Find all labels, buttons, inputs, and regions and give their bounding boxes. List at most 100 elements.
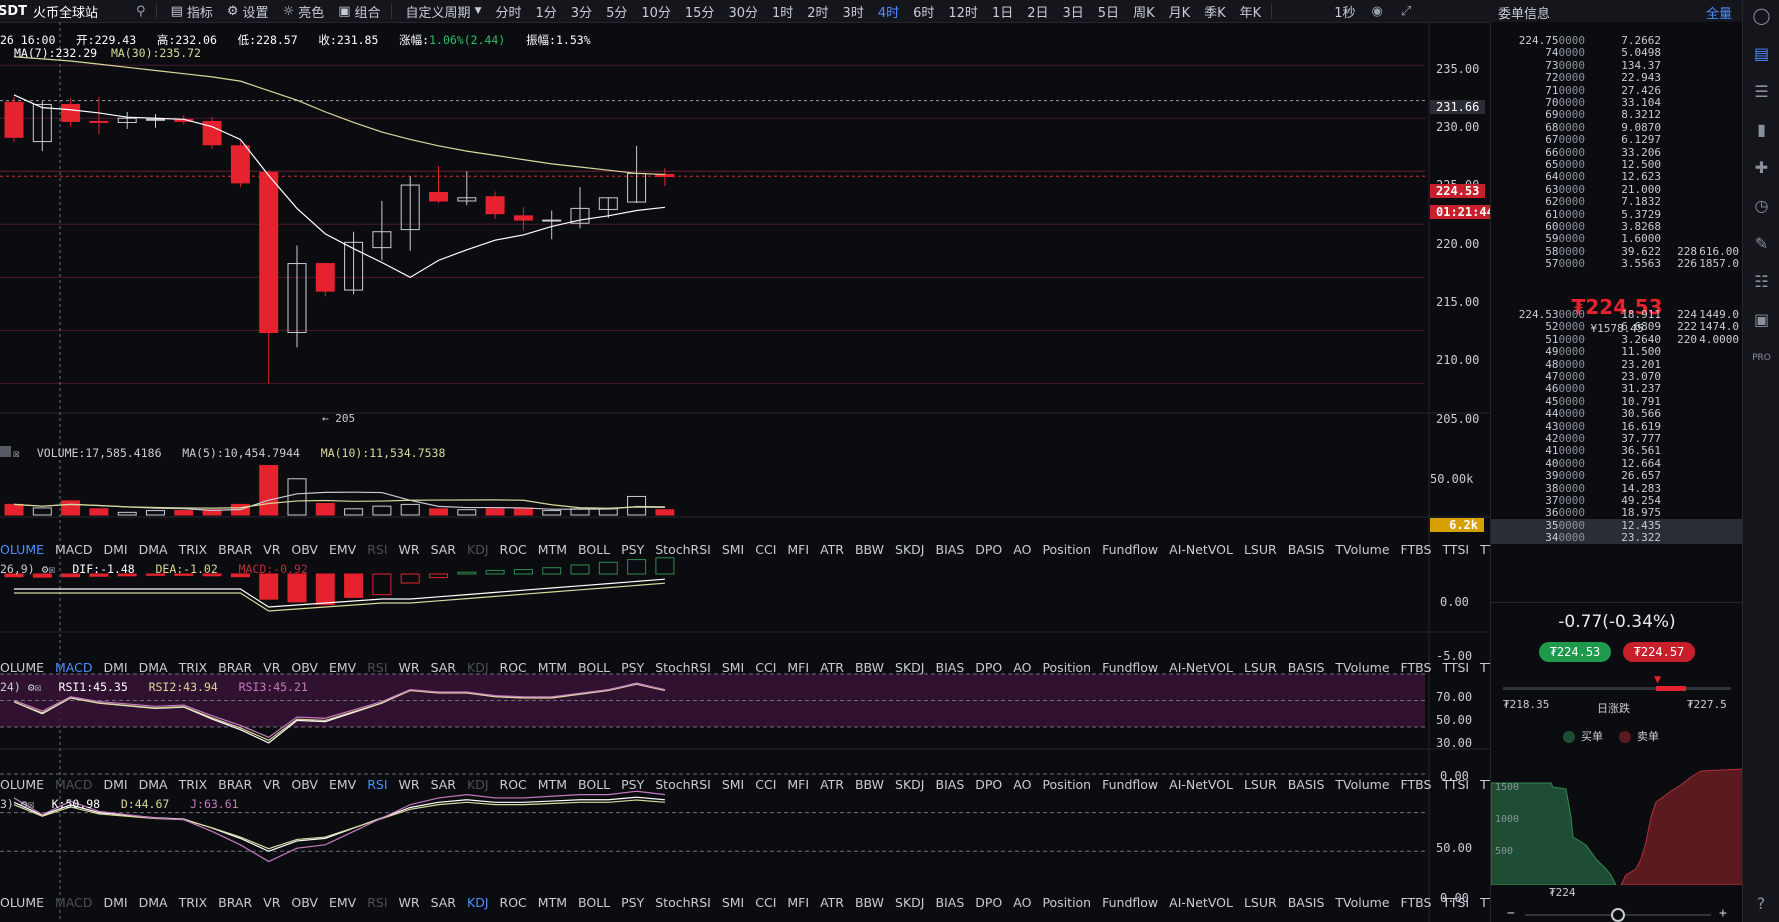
period-tab[interactable]: 分时	[495, 2, 521, 21]
indicator-tab[interactable]: Position	[1042, 777, 1091, 792]
indicator-tab[interactable]: DMI	[104, 542, 128, 557]
indicator-tab[interactable]: ROC	[500, 777, 527, 792]
indicator-tab[interactable]: ATR	[820, 660, 844, 675]
period-tab[interactable]: 周K	[1133, 2, 1155, 21]
bid-row[interactable]: 380000 14.283	[1491, 482, 1743, 495]
period-tab[interactable]: 15分	[685, 2, 715, 21]
indicator-tab[interactable]: Fundflow	[1102, 895, 1158, 910]
indicator-tab[interactable]: StochRSI	[655, 660, 711, 675]
indicator-tab[interactable]: EMV	[329, 895, 356, 910]
settings-icon[interactable]: ⚙	[42, 562, 49, 576]
indicator-tab[interactable]: SMI	[722, 895, 744, 910]
full-depth-toggle[interactable]: 全量	[1706, 3, 1732, 22]
indicator-tab[interactable]: KDJ	[467, 895, 489, 910]
help-icon[interactable]: ?	[1751, 894, 1771, 914]
indicator-tab[interactable]: DPO	[975, 542, 1002, 557]
ask-row[interactable]: 690000 8.3212	[1491, 108, 1743, 121]
camera-icon[interactable]: ◉	[1371, 4, 1382, 19]
custom-period-dropdown[interactable]: 自定义周期 ▼	[406, 2, 482, 21]
period-tab[interactable]: 1时	[772, 2, 793, 21]
indicator-tab[interactable]: DMI	[104, 895, 128, 910]
period-tab[interactable]: 3时	[843, 2, 864, 21]
indicator-tab[interactable]: MFI	[787, 660, 809, 675]
bid-row[interactable]: 350000 12.435	[1491, 518, 1743, 532]
ask-row[interactable]: 680000 9.0870	[1491, 121, 1743, 134]
draw-icon[interactable]: ✎	[1752, 234, 1772, 254]
indicator-tab[interactable]: SAR	[431, 542, 456, 557]
bar-chart-icon[interactable]: ▮	[1752, 120, 1772, 140]
bid-row[interactable]: 360000 18.975	[1491, 506, 1743, 519]
indicator-tab[interactable]: AO	[1013, 777, 1031, 792]
indicator-tab[interactable]: MTM	[538, 660, 567, 675]
indicator-tab[interactable]: LSUR	[1244, 542, 1277, 557]
ask-row[interactable]: 224.750000 7.2662	[1491, 34, 1743, 47]
indicator-tab[interactable]: CCI	[755, 895, 776, 910]
indicator-tab[interactable]: DMI	[104, 660, 128, 675]
indicator-tab[interactable]: CCI	[755, 542, 776, 557]
period-tab[interactable]: 年K	[1240, 2, 1262, 21]
period-tab[interactable]: 2时	[807, 2, 828, 21]
ask-row[interactable]: 630000 21.000	[1491, 183, 1743, 196]
indicator-tab[interactable]: TTSI	[1442, 542, 1469, 557]
indicator-tab[interactable]: DPO	[975, 895, 1002, 910]
indicator-tab[interactable]: BRAR	[218, 660, 252, 675]
ask-row[interactable]: 730000 134.37	[1491, 59, 1743, 72]
period-tab[interactable]: 5日	[1098, 2, 1119, 21]
bid-row[interactable]: 370000 49.254	[1491, 494, 1743, 507]
ask-row[interactable]: 710000 27.426	[1491, 84, 1743, 97]
bid-row[interactable]: 430000 16.619	[1491, 420, 1743, 433]
settings-button[interactable]: ⚙ 设置	[227, 2, 269, 21]
indicator-tab[interactable]: SAR	[431, 660, 456, 675]
indicator-tab[interactable]: SMI	[722, 777, 744, 792]
ask-row[interactable]: 650000 12.500	[1491, 158, 1743, 171]
zoom-plus[interactable]: +	[1719, 906, 1727, 921]
indicator-tab[interactable]: BOLL	[578, 542, 610, 557]
indicator-tab[interactable]: DMA	[139, 895, 168, 910]
indicator-tab[interactable]: TVolume	[1335, 542, 1389, 557]
best-ask-pill[interactable]: ₮224.57	[1623, 642, 1695, 662]
indicator-tab[interactable]: TTSI	[1442, 660, 1469, 675]
chart-area[interactable]: 26 16:00 开:229.43 高:232.06 低:228.57 收:23…	[0, 22, 1562, 922]
indicator-tab[interactable]: TVolume	[1335, 777, 1389, 792]
indicator-tab[interactable]: DMA	[139, 660, 168, 675]
settings-icon[interactable]: ⚙	[28, 680, 35, 694]
period-tab[interactable]: 30分	[728, 2, 758, 21]
indicator-tab[interactable]: FTBS	[1401, 542, 1432, 557]
indicator-tab[interactable]: FTBS	[1401, 660, 1432, 675]
clock-icon[interactable]: ◷	[1752, 196, 1772, 216]
ask-row[interactable]: 620000 7.1832	[1491, 195, 1743, 208]
zoom-slider-handle[interactable]	[1611, 908, 1625, 922]
indicator-tab[interactable]: SKDJ	[895, 777, 924, 792]
indicator-tab[interactable]: BOLL	[578, 660, 610, 675]
indicator-tab[interactable]: TVolume	[1335, 660, 1389, 675]
indicator-tab[interactable]: OLUME	[0, 895, 44, 910]
wallet-icon[interactable]: ▣	[1752, 310, 1772, 330]
indicator-tab[interactable]: VR	[263, 542, 280, 557]
indicator-tab[interactable]: ROC	[500, 660, 527, 675]
settings-icon[interactable]	[0, 446, 11, 457]
indicator-tab[interactable]: AI-NetVOL	[1169, 895, 1233, 910]
indicator-tab[interactable]: MACD	[55, 777, 92, 792]
indicator-tab[interactable]: LSUR	[1244, 660, 1277, 675]
indicator-tab[interactable]: TRIX	[179, 660, 208, 675]
indicator-tab[interactable]: PSY	[621, 895, 644, 910]
depth-chart[interactable]	[1491, 757, 1743, 885]
exchange-label[interactable]: 火币全球站	[33, 2, 98, 21]
period-tab[interactable]: 12时	[948, 2, 978, 21]
ask-row[interactable]: 740000 5.0498	[1491, 46, 1743, 59]
period-tab[interactable]: 2日	[1027, 2, 1048, 21]
refresh-interval[interactable]: 1秒	[1334, 2, 1355, 21]
bid-row[interactable]: 450000 10.791	[1491, 395, 1743, 408]
period-tab[interactable]: 10分	[641, 2, 671, 21]
indicator-tab[interactable]: PSY	[621, 660, 644, 675]
bid-row[interactable]: 400000 12.664	[1491, 457, 1743, 470]
indicator-tab[interactable]: ATR	[820, 542, 844, 557]
indicator-tab[interactable]: DPO	[975, 777, 1002, 792]
indicator-tab[interactable]: OBV	[291, 895, 318, 910]
period-tab[interactable]: 季K	[1204, 2, 1226, 21]
indicator-tab[interactable]: Fundflow	[1102, 542, 1158, 557]
ask-row[interactable]: 700000 33.104	[1491, 96, 1743, 109]
indicator-tab[interactable]: LSUR	[1244, 777, 1277, 792]
indicator-tab[interactable]: DMA	[139, 777, 168, 792]
indicator-tab[interactable]: PSY	[621, 777, 644, 792]
